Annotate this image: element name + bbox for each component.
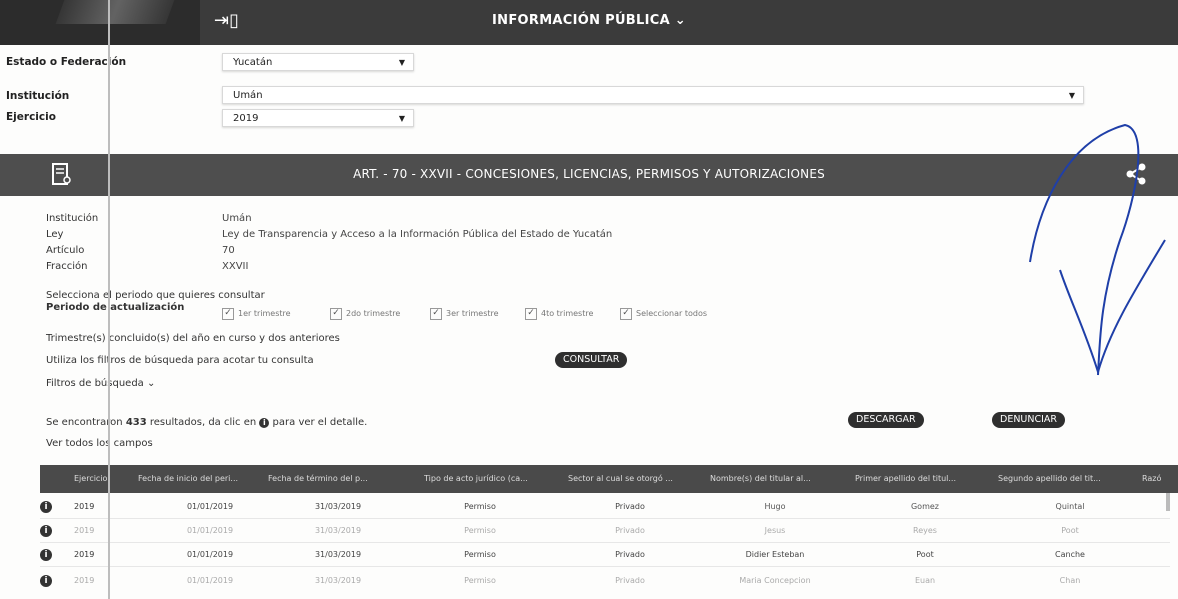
handwritten-signature-mark [1029, 123, 1166, 376]
